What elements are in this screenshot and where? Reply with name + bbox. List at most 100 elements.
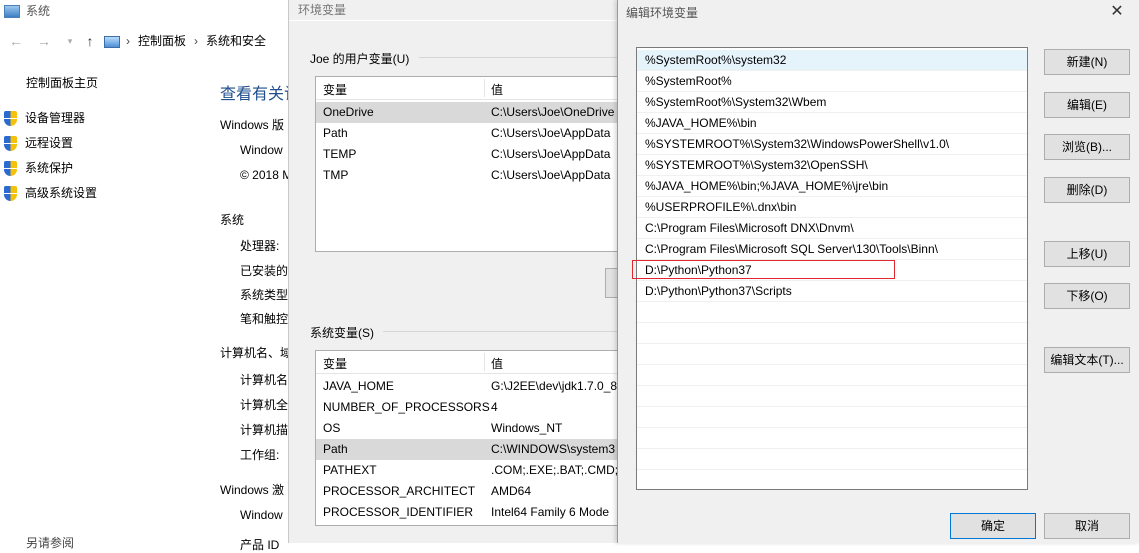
table-row[interactable]: PATHEXT .COM;.EXE;.BAT;.CMD; bbox=[316, 460, 624, 481]
up-arrow-icon[interactable]: ↑ bbox=[82, 30, 98, 52]
table-row[interactable]: TEMP C:\Users\Joe\AppData bbox=[316, 144, 624, 165]
back-arrow-icon[interactable]: ← bbox=[8, 30, 24, 52]
column-divider[interactable] bbox=[484, 79, 485, 97]
variable-value: AMD64 bbox=[491, 484, 532, 498]
path-entry-text: %SystemRoot% bbox=[645, 74, 732, 88]
workgroup-label: 工作组: bbox=[240, 448, 280, 462]
navigation-bar: ← → ▾ ↑ › 控制面板 › 系统和安全 bbox=[0, 30, 300, 52]
path-entry-text: C:\Program Files\Microsoft SQL Server\13… bbox=[645, 242, 938, 256]
ok-button[interactable]: 确定 bbox=[950, 513, 1036, 539]
forward-arrow-icon[interactable]: → bbox=[36, 30, 52, 52]
edit-environment-variable-dialog: 编辑环境变量 ✕ %SystemRoot%\system32 %SystemRo… bbox=[617, 0, 1139, 543]
table-row[interactable]: NUMBER_OF_PROCESSORS 4 bbox=[316, 397, 624, 418]
list-item[interactable]: %SystemRoot% bbox=[637, 71, 1027, 92]
path-entries-list[interactable]: %SystemRoot%\system32 %SystemRoot% %Syst… bbox=[636, 47, 1028, 490]
advanced-system-settings-label: 高级系统设置 bbox=[25, 186, 98, 200]
list-item-empty[interactable] bbox=[637, 302, 1027, 323]
move-down-button[interactable]: 下移(O) bbox=[1044, 283, 1130, 309]
variable-name: PROCESSOR_ARCHITECT bbox=[323, 484, 476, 498]
list-item[interactable]: %JAVA_HOME%\bin bbox=[637, 113, 1027, 134]
path-entry-text: %SystemRoot%\System32\Wbem bbox=[645, 95, 827, 109]
list-item[interactable]: %USERPROFILE%\.dnx\bin bbox=[637, 197, 1027, 218]
list-item[interactable]: %SYSTEMROOT%\System32\WindowsPowerShell\… bbox=[637, 134, 1027, 155]
user-variables-table[interactable]: 变量 值 OneDrive C:\Users\Joe\OneDrive Path C… bbox=[315, 76, 625, 252]
group-divider bbox=[419, 57, 619, 58]
list-item-empty[interactable] bbox=[637, 386, 1027, 407]
table-row[interactable]: OneDrive C:\Users\Joe\OneDrive bbox=[316, 102, 624, 123]
control-panel-home-link[interactable]: 控制面板主页 bbox=[26, 74, 98, 91]
column-header-value[interactable]: 值 bbox=[491, 81, 503, 98]
device-manager-label: 设备管理器 bbox=[25, 111, 86, 125]
recent-dropdown-icon[interactable]: ▾ bbox=[62, 30, 78, 52]
delete-button[interactable]: 删除(D) bbox=[1044, 177, 1130, 203]
list-item-empty[interactable] bbox=[637, 323, 1027, 344]
table-row[interactable]: JAVA_HOME G:\J2EE\dev\jdk1.7.0_8 bbox=[316, 376, 624, 397]
processor-label: 处理器: bbox=[240, 239, 280, 253]
column-divider[interactable] bbox=[484, 353, 485, 371]
edit-text-button[interactable]: 编辑文本(T)... bbox=[1044, 347, 1130, 373]
variable-name: PROCESSOR_IDENTIFIER bbox=[323, 505, 474, 519]
table-row[interactable]: TMP C:\Users\Joe\AppData bbox=[316, 165, 624, 186]
variable-value: C:\WINDOWS\system3 bbox=[491, 442, 616, 456]
edit-dialog-title: 编辑环境变量 bbox=[626, 6, 699, 20]
path-entry-text: %USERPROFILE%\.dnx\bin bbox=[645, 200, 797, 214]
path-entry-text: %JAVA_HOME%\bin bbox=[645, 116, 757, 130]
address-bar[interactable]: › 控制面板 › 系统和安全 bbox=[104, 31, 300, 51]
system-protection-link[interactable]: 系统保护 bbox=[4, 158, 73, 178]
remote-settings-link[interactable]: 远程设置 bbox=[4, 133, 73, 153]
list-item[interactable]: %SystemRoot%\system32 bbox=[637, 50, 1027, 71]
variable-value: 4 bbox=[491, 400, 498, 414]
system-window: 系统 ← → ▾ ↑ › 控制面板 › 系统和安全 控制面板主页 设备管理器 远程设置… bbox=[0, 0, 300, 552]
close-icon[interactable]: ✕ bbox=[1102, 0, 1132, 24]
advanced-system-settings-link[interactable]: 高级系统设置 bbox=[4, 183, 97, 203]
list-item[interactable]: D:\Python\Python37\Scripts bbox=[637, 281, 1027, 302]
list-item-empty[interactable] bbox=[637, 365, 1027, 386]
path-entry-text: %SYSTEMROOT%\System32\WindowsPowerShell\… bbox=[645, 137, 950, 151]
path-entry-text: C:\Program Files\Microsoft DNX\Dnvm\ bbox=[645, 221, 854, 235]
breadcrumb-control-panel[interactable]: 控制面板 bbox=[138, 34, 186, 48]
activation-section: Windows 激 bbox=[220, 483, 285, 497]
variable-value: .COM;.EXE;.BAT;.CMD; bbox=[491, 463, 619, 477]
list-item-empty[interactable] bbox=[637, 407, 1027, 428]
list-item[interactable]: D:\Python\Python37 bbox=[637, 260, 1027, 281]
table-row[interactable]: Path C:\WINDOWS\system3 bbox=[316, 439, 624, 460]
user-variables-label: Joe 的用户变量(U) bbox=[310, 52, 410, 66]
move-up-button[interactable]: 上移(U) bbox=[1044, 241, 1130, 267]
list-item[interactable]: C:\Program Files\Microsoft DNX\Dnvm\ bbox=[637, 218, 1027, 239]
cancel-button[interactable]: 取消 bbox=[1044, 513, 1130, 539]
environment-variables-dialog: 环境变量 Joe 的用户变量(U) 变量 值 OneDrive C:\Users\… bbox=[288, 0, 625, 543]
list-item[interactable]: %SYSTEMROOT%\System32\OpenSSH\ bbox=[637, 155, 1027, 176]
list-item[interactable]: %SystemRoot%\System32\Wbem bbox=[637, 92, 1027, 113]
system-variables-table[interactable]: 变量 值 JAVA_HOME G:\J2EE\dev\jdk1.7.0_8 NUM… bbox=[315, 350, 625, 526]
variable-name: Path bbox=[323, 126, 348, 140]
table-row[interactable]: PROCESSOR_IDENTIFIER Intel64 Family 6 Mod… bbox=[316, 502, 624, 523]
browse-button[interactable]: 浏览(B)... bbox=[1044, 134, 1130, 160]
path-entry-text: D:\Python\Python37\Scripts bbox=[645, 284, 792, 298]
table-row[interactable]: PROCESSOR_ARCHITECT AMD64 bbox=[316, 481, 624, 502]
list-item-empty[interactable] bbox=[637, 449, 1027, 470]
list-item[interactable]: %JAVA_HOME%\bin;%JAVA_HOME%\jre\bin bbox=[637, 176, 1027, 197]
table-row[interactable]: Path C:\Users\Joe\AppData bbox=[316, 123, 624, 144]
title-divider bbox=[289, 20, 619, 21]
column-header-variable[interactable]: 变量 bbox=[323, 355, 347, 372]
new-button[interactable]: 新建(N) bbox=[1044, 49, 1130, 75]
activation-value: Window bbox=[240, 508, 283, 522]
list-item-empty[interactable] bbox=[637, 428, 1027, 449]
list-item[interactable]: C:\Program Files\Microsoft SQL Server\13… bbox=[637, 239, 1027, 260]
variable-name: PATHEXT bbox=[323, 463, 377, 477]
breadcrumb-system-security[interactable]: 系统和安全 bbox=[206, 34, 266, 48]
variable-name: TEMP bbox=[323, 147, 357, 161]
variable-value: C:\Users\Joe\AppData bbox=[491, 126, 611, 140]
uac-shield-icon bbox=[4, 136, 17, 152]
computer-icon bbox=[4, 5, 20, 19]
column-header-value[interactable]: 值 bbox=[491, 355, 503, 372]
variable-name: Path bbox=[323, 442, 348, 456]
table-row[interactable]: OS Windows_NT bbox=[316, 418, 624, 439]
breadcrumb-separator: › bbox=[126, 34, 130, 48]
system-window-title: 系统 bbox=[4, 2, 50, 20]
column-header-variable[interactable]: 变量 bbox=[323, 81, 347, 98]
device-manager-link[interactable]: 设备管理器 bbox=[4, 108, 85, 128]
list-item-empty[interactable] bbox=[637, 470, 1027, 489]
list-item-empty[interactable] bbox=[637, 344, 1027, 365]
edit-button[interactable]: 编辑(E) bbox=[1044, 92, 1130, 118]
